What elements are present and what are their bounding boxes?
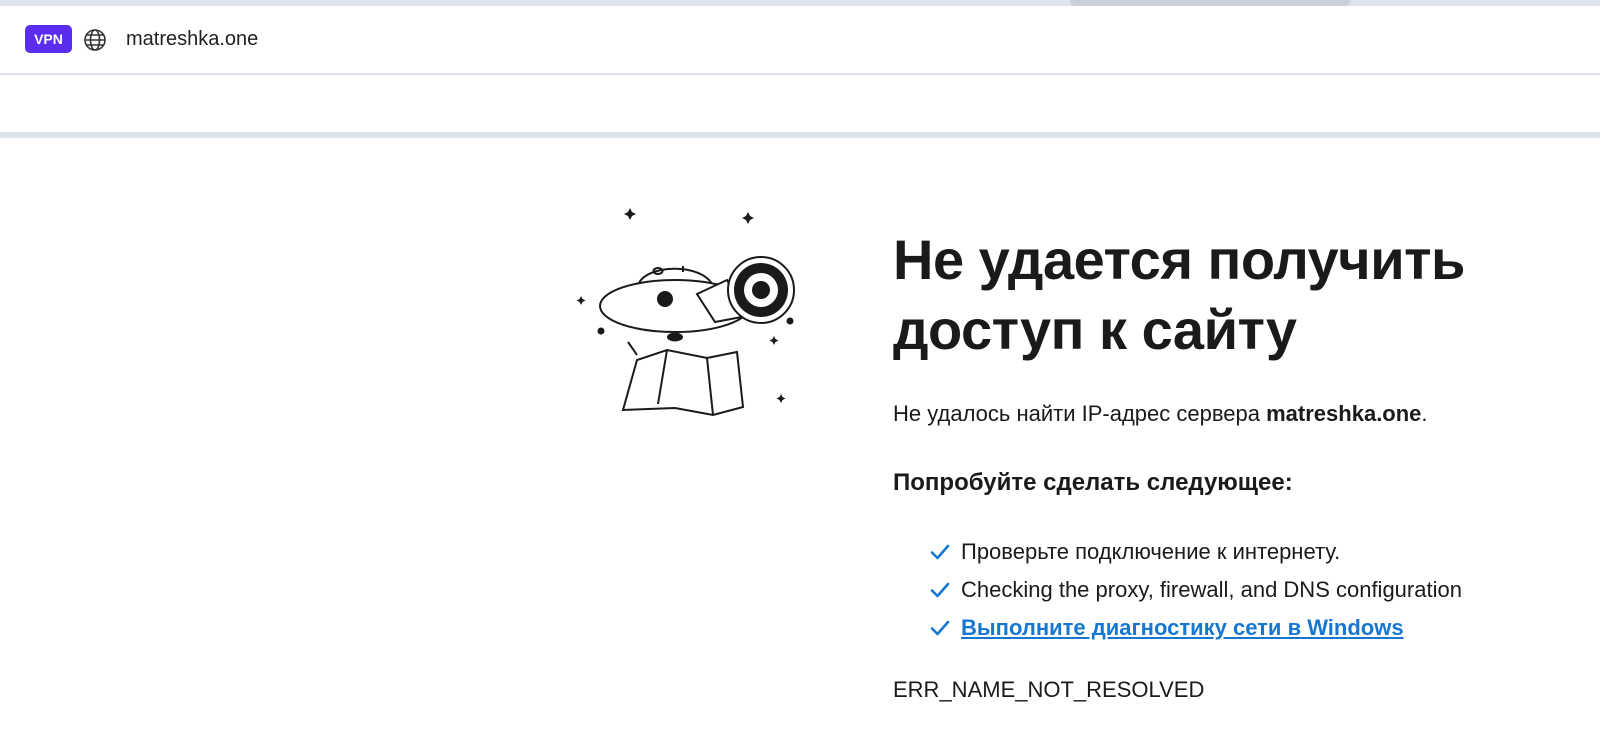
suggestions-heading: Попробуйте сделать следующее: [893, 469, 1293, 496]
summary-suffix: . [1421, 401, 1428, 426]
globe-icon [84, 29, 106, 51]
page-title: Не удается получить доступ к сайту [893, 228, 1465, 361]
summary-host: matreshka.one [1266, 401, 1422, 426]
summary-text: Не удалось найти IP-адрес сервера [893, 401, 1267, 426]
check-icon [930, 544, 950, 560]
list-item: Checking the proxy, firewall, and DNS co… [929, 571, 1583, 609]
suggestion-text: Checking the proxy, firewall, and DNS co… [961, 577, 1462, 602]
address-bar[interactable]: VPN matreshka.one [0, 6, 1600, 75]
check-icon [930, 620, 950, 636]
bookmarks-bar [0, 75, 1600, 138]
suggestions-list: Проверьте подключение к интернету. Check… [893, 533, 1583, 647]
error-code: ERR_NAME_NOT_RESOLVED [893, 677, 1205, 702]
list-item: Выполните диагностику сети в Windows [929, 609, 1583, 647]
check-icon [930, 582, 950, 598]
suggestion-text: Проверьте подключение к интернету. [961, 539, 1341, 564]
telescope-illustration [576, 208, 795, 417]
url-text[interactable]: matreshka.one [126, 28, 258, 51]
error-content: Не удается получить доступ к сайту Не уд… [893, 225, 1583, 703]
list-item: Проверьте подключение к интернету. [929, 533, 1583, 571]
error-summary: Не удалось найти IP-адрес сервера matres… [893, 401, 1583, 427]
vpn-badge[interactable]: VPN [25, 25, 72, 53]
network-diagnostics-link[interactable]: Выполните диагностику сети в Windows [961, 615, 1404, 641]
